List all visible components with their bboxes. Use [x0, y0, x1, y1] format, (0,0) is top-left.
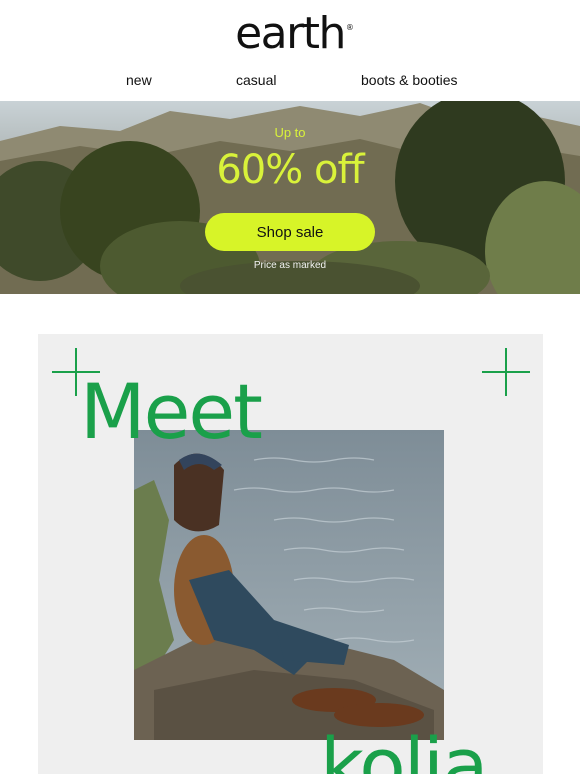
plus-icon [482, 348, 530, 396]
sale-hero-banner[interactable]: Up to 60% off Shop sale Price as marked [0, 101, 580, 294]
registered-mark: ® [345, 23, 354, 32]
nav-item-boots-booties[interactable]: boots & booties [361, 72, 458, 88]
meet-kolia-feature[interactable]: Meet kolia [38, 334, 543, 774]
header: earth ® [0, 10, 580, 58]
brand-logo[interactable]: earth ® [235, 8, 354, 59]
shop-sale-button[interactable]: Shop sale [205, 213, 375, 251]
feature-headline-line1: Meet [80, 367, 263, 456]
hero-headline: 60% off [216, 147, 364, 193]
lakeside-model-image [134, 430, 444, 740]
nav-item-new[interactable]: new [126, 72, 152, 88]
kolia-model-photo[interactable] [134, 430, 444, 740]
hero-price-note: Price as marked [253, 260, 327, 271]
brand-name: earth [235, 8, 346, 59]
main-nav: new casual boots & booties [0, 72, 580, 92]
feature-headline-line2: kolia [320, 721, 489, 774]
hero-eyebrow: Up to [274, 125, 306, 140]
nav-item-casual[interactable]: casual [236, 72, 276, 88]
